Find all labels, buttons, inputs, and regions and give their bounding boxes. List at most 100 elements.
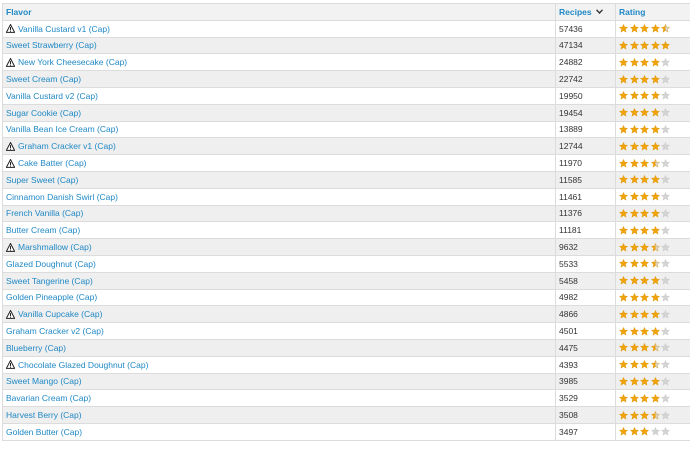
star-filled-icon bbox=[619, 427, 628, 436]
star-half-icon bbox=[650, 158, 660, 168]
star-filled-icon bbox=[640, 175, 649, 184]
star-filled-icon bbox=[619, 124, 628, 134]
recipes-cell: 19454 bbox=[555, 103, 616, 122]
star-empty-icon bbox=[661, 225, 670, 235]
rating-cell bbox=[615, 70, 690, 88]
flavor-link[interactable]: French Vanilla (Cap) bbox=[6, 208, 83, 218]
flavor-cell: Sweet Tangerine (Cap) bbox=[2, 271, 556, 290]
recipe-count: 4866 bbox=[559, 309, 578, 320]
recipes-cell: 3508 bbox=[555, 406, 616, 424]
flavor-link[interactable]: Cake Batter (Cap) bbox=[18, 158, 87, 168]
recipes-cell: 9632 bbox=[555, 238, 616, 256]
star-rating bbox=[619, 259, 670, 268]
recipes-cell: 4866 bbox=[555, 305, 616, 324]
recipes-cell: 12744 bbox=[555, 137, 616, 156]
star-filled-icon bbox=[629, 259, 639, 268]
star-filled-icon bbox=[619, 326, 628, 336]
star-rating bbox=[619, 376, 670, 386]
star-filled-icon bbox=[650, 276, 660, 285]
rating-cell bbox=[615, 422, 690, 441]
star-filled-icon bbox=[650, 74, 660, 84]
star-filled-icon bbox=[640, 292, 649, 302]
flavor-link[interactable]: Vanilla Custard v2 (Cap) bbox=[6, 91, 98, 101]
column-header-recipes[interactable]: Recipes bbox=[555, 3, 616, 21]
star-filled-icon bbox=[619, 40, 628, 50]
flavor-link[interactable]: Vanilla Custard v1 (Cap) bbox=[18, 24, 110, 34]
star-filled-icon bbox=[650, 124, 660, 134]
flavor-link[interactable]: New York Cheesecake (Cap) bbox=[18, 57, 127, 67]
flavor-link[interactable]: Sugar Cookie (Cap) bbox=[6, 108, 81, 118]
star-filled-icon bbox=[619, 57, 628, 67]
star-rating bbox=[619, 242, 670, 252]
flavor-link[interactable]: Harvest Berry (Cap) bbox=[6, 410, 82, 420]
star-filled-icon bbox=[629, 124, 639, 134]
star-filled-icon bbox=[640, 427, 649, 436]
flavor-link[interactable]: Vanilla Cupcake (Cap) bbox=[18, 309, 102, 319]
flavor-link[interactable]: Marshmallow (Cap) bbox=[18, 242, 92, 252]
star-filled-icon bbox=[650, 108, 660, 117]
table-row: Sweet Strawberry (Cap) 47134 bbox=[2, 36, 690, 55]
flavor-link[interactable]: Bavarian Cream (Cap) bbox=[6, 393, 91, 403]
rating-cell bbox=[615, 389, 690, 408]
flavor-cell: Sweet Cream (Cap) bbox=[2, 70, 556, 88]
recipes-cell: 11461 bbox=[555, 187, 616, 206]
flavor-link[interactable]: Cinnamon Danish Swirl (Cap) bbox=[6, 192, 118, 202]
flavor-link[interactable]: Glazed Doughnut (Cap) bbox=[6, 259, 96, 269]
table-row: Glazed Doughnut (Cap) 5533 bbox=[2, 254, 690, 273]
recipe-count: 11461 bbox=[559, 191, 583, 202]
column-header-rating[interactable]: Rating bbox=[615, 3, 690, 21]
flavor-link[interactable]: Sweet Cream (Cap) bbox=[6, 74, 81, 84]
star-rating bbox=[619, 74, 670, 84]
table-row: Vanilla Custard v1 (Cap) 57436 bbox=[2, 19, 690, 38]
recipe-count: 47134 bbox=[559, 40, 583, 51]
flavor-link[interactable]: Butter Cream (Cap) bbox=[6, 225, 80, 235]
warning-triangle-icon bbox=[6, 309, 15, 319]
star-filled-icon bbox=[619, 393, 628, 403]
rating-cell bbox=[615, 288, 690, 307]
star-rating bbox=[619, 410, 670, 420]
star-empty-icon bbox=[661, 242, 670, 252]
table-row: Cake Batter (Cap) 11970 bbox=[2, 154, 690, 172]
flavor-cell: Vanilla Cupcake (Cap) bbox=[2, 305, 556, 324]
flavor-link[interactable]: Super Sweet (Cap) bbox=[6, 175, 78, 185]
rating-cell bbox=[615, 372, 690, 391]
recipes-cell: 11376 bbox=[555, 204, 616, 223]
flavor-link[interactable]: Blueberry (Cap) bbox=[6, 343, 66, 353]
flavor-cell: Cinnamon Danish Swirl (Cap) bbox=[2, 187, 556, 206]
star-filled-icon bbox=[640, 57, 649, 67]
star-half-icon bbox=[650, 360, 660, 369]
star-filled-icon bbox=[629, 57, 639, 67]
star-filled-icon bbox=[640, 309, 649, 319]
star-filled-icon bbox=[650, 192, 660, 201]
flavor-link[interactable]: Golden Butter (Cap) bbox=[6, 427, 82, 437]
flavor-link[interactable]: Graham Cracker v1 (Cap) bbox=[18, 141, 116, 151]
flavor-link[interactable]: Graham Cracker v2 (Cap) bbox=[6, 326, 104, 336]
column-header-flavor[interactable]: Flavor bbox=[2, 3, 556, 21]
rating-cell bbox=[615, 19, 690, 38]
star-rating bbox=[619, 427, 670, 436]
flavor-link[interactable]: Sweet Mango (Cap) bbox=[6, 376, 82, 386]
star-filled-icon bbox=[619, 309, 628, 319]
star-filled-icon bbox=[650, 376, 660, 386]
table-row: Butter Cream (Cap) 11181 bbox=[2, 221, 690, 240]
recipe-count: 4982 bbox=[559, 292, 578, 303]
flavor-cell: Harvest Berry (Cap) bbox=[2, 406, 556, 424]
star-filled-icon bbox=[619, 259, 628, 268]
star-filled-icon bbox=[640, 108, 649, 117]
recipe-count: 57436 bbox=[559, 23, 583, 34]
table-header-row: Flavor Recipes Rating bbox=[2, 3, 690, 21]
star-filled-icon bbox=[619, 410, 628, 420]
flavor-link[interactable]: Sweet Strawberry (Cap) bbox=[6, 40, 97, 50]
star-filled-icon bbox=[629, 326, 639, 336]
star-filled-icon bbox=[619, 74, 628, 84]
warning-triangle-icon bbox=[6, 360, 15, 369]
recipe-count: 19454 bbox=[559, 107, 583, 118]
flavor-link[interactable]: Golden Pineapple (Cap) bbox=[6, 292, 97, 302]
rating-cell bbox=[615, 322, 690, 340]
flavor-link[interactable]: Vanilla Bean Ice Cream (Cap) bbox=[6, 124, 118, 134]
flavor-link[interactable]: Sweet Tangerine (Cap) bbox=[6, 276, 93, 286]
flavor-link[interactable]: Chocolate Glazed Doughnut (Cap) bbox=[18, 360, 148, 370]
star-rating bbox=[619, 292, 670, 302]
star-filled-icon bbox=[640, 24, 649, 33]
star-rating bbox=[619, 57, 670, 67]
